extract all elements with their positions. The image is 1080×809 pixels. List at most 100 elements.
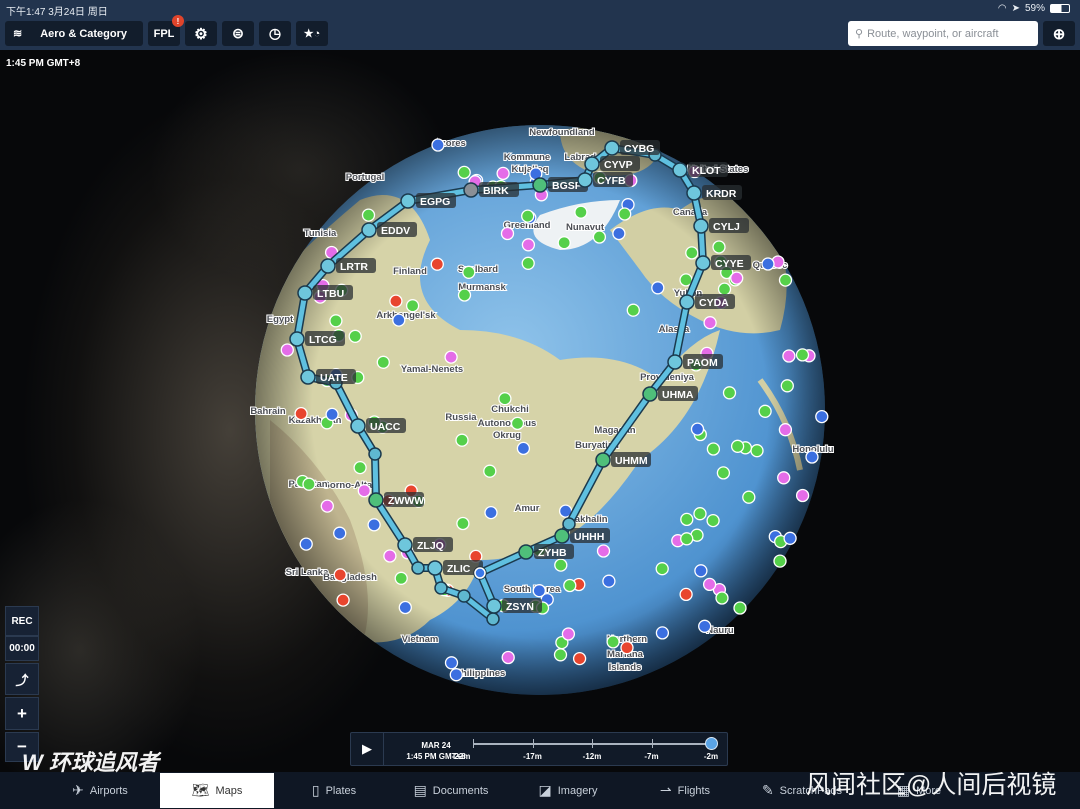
airport-marker[interactable] — [554, 558, 568, 572]
airport-marker[interactable] — [685, 246, 699, 260]
waypoint-marker[interactable] — [368, 492, 384, 508]
waypoint-marker[interactable] — [693, 218, 709, 234]
airport-marker[interactable] — [712, 240, 726, 254]
waypoint-marker[interactable] — [463, 182, 479, 198]
globe-view-button[interactable]: ⊜ — [222, 21, 254, 46]
airport-marker[interactable] — [602, 574, 616, 588]
waypoint-marker[interactable] — [695, 255, 711, 271]
airport-marker[interactable] — [431, 138, 445, 152]
waypoint-marker[interactable] — [584, 156, 600, 172]
tab-imagery[interactable]: ◪ Imagery — [511, 773, 625, 808]
tab-flights[interactable]: ⇀ Flights — [628, 773, 742, 808]
waypoint-lrtr[interactable]: LRTR — [320, 258, 376, 274]
waypoint-marker[interactable] — [604, 140, 620, 156]
airport-marker[interactable] — [574, 205, 588, 219]
settings-button[interactable]: ⚙ — [185, 21, 217, 46]
airport-marker[interactable] — [516, 441, 531, 456]
airport-marker[interactable] — [783, 531, 797, 545]
waypoint-marker[interactable] — [642, 386, 658, 402]
airport-marker[interactable] — [655, 626, 670, 640]
route-node[interactable] — [368, 447, 382, 461]
waypoint-ltbu[interactable]: LTBU — [297, 285, 353, 301]
favorites-recents-button[interactable]: ★◔ — [296, 21, 328, 46]
airport-marker[interactable] — [333, 526, 347, 540]
waypoint-paom[interactable]: PAOM — [667, 354, 723, 370]
airport-marker[interactable] — [456, 516, 470, 531]
airport-marker[interactable] — [596, 544, 611, 558]
airport-marker[interactable] — [376, 355, 390, 369]
airport-marker[interactable] — [348, 329, 362, 343]
airport-marker[interactable] — [778, 273, 793, 287]
airport-marker[interactable] — [777, 471, 791, 485]
airport-marker[interactable] — [733, 601, 747, 615]
tab-airports[interactable]: ✈ Airports — [43, 773, 157, 808]
airport-marker[interactable] — [730, 271, 744, 285]
waypoint-zyhb[interactable]: ZYHB — [518, 544, 574, 560]
airport-marker[interactable] — [553, 648, 568, 662]
airport-marker[interactable] — [329, 314, 343, 328]
waypoint-uacc[interactable]: UACC — [350, 418, 406, 434]
airport-marker[interactable] — [333, 568, 347, 582]
tab-documents[interactable]: ▤ Documents — [394, 773, 508, 808]
waypoint-cybg[interactable]: CYBG — [604, 140, 660, 156]
airport-marker[interactable] — [563, 578, 577, 593]
airport-marker[interactable] — [702, 577, 717, 592]
airport-marker[interactable] — [706, 513, 720, 528]
airport-marker[interactable] — [336, 593, 350, 607]
waypoint-egpg[interactable]: EGPG — [400, 193, 456, 209]
airport-marker[interactable] — [302, 477, 316, 491]
waypoint-zwww[interactable]: ZWWW — [368, 492, 424, 508]
waypoint-marker[interactable] — [397, 537, 413, 553]
airport-marker[interactable] — [532, 584, 546, 598]
tab-maps[interactable]: 🗺 Maps — [160, 773, 274, 808]
airport-marker[interactable] — [680, 532, 694, 546]
rec-button[interactable]: REC — [5, 606, 39, 636]
airport-marker[interactable] — [572, 651, 587, 666]
waypoint-uhma[interactable]: UHMA — [642, 386, 698, 402]
airport-marker[interactable] — [521, 209, 535, 223]
airport-marker[interactable] — [795, 348, 810, 362]
globe-map[interactable]: NewfoundlandKommune LabradorKujalleqPortu… — [0, 0, 1080, 809]
route-node[interactable] — [411, 561, 425, 575]
airport-marker[interactable] — [500, 226, 515, 241]
waypoint-marker[interactable] — [289, 331, 305, 347]
airport-marker[interactable] — [592, 230, 607, 244]
airport-marker[interactable] — [651, 281, 665, 295]
waypoint-uhmm[interactable]: UHMM — [595, 452, 651, 468]
airport-marker[interactable] — [620, 641, 634, 655]
airport-marker[interactable] — [444, 350, 458, 364]
airport-marker[interactable] — [690, 422, 705, 436]
waypoint-marker[interactable] — [577, 172, 593, 188]
airport-marker[interactable] — [780, 379, 794, 393]
route-node[interactable] — [434, 581, 448, 595]
airport-marker[interactable] — [730, 439, 745, 453]
airport-marker[interactable] — [392, 313, 406, 327]
waypoint-marker[interactable] — [361, 222, 377, 238]
waypoint-uhhh[interactable]: UHHH — [554, 528, 610, 544]
airport-marker[interactable] — [462, 265, 476, 279]
waypoint-zsyn[interactable]: ZSYN — [486, 598, 542, 614]
zoom-in-button[interactable]: + — [5, 697, 39, 730]
waypoint-marker[interactable] — [486, 598, 502, 614]
airport-marker[interactable] — [561, 627, 576, 641]
waypoint-marker[interactable] — [518, 544, 534, 560]
tab-plates[interactable]: ▯ Plates — [277, 773, 391, 808]
airport-marker[interactable] — [626, 303, 640, 317]
waypoint-marker[interactable] — [679, 294, 695, 310]
airport-marker[interactable] — [501, 650, 515, 665]
airport-marker[interactable] — [299, 537, 313, 551]
airport-marker[interactable] — [612, 226, 626, 241]
locate-button[interactable]: ⊕ — [1043, 21, 1075, 46]
waypoint-marker[interactable] — [400, 193, 416, 209]
airport-marker[interactable] — [484, 505, 498, 520]
airport-marker[interactable] — [557, 236, 571, 250]
airport-marker[interactable] — [521, 238, 536, 252]
airport-marker[interactable] — [457, 165, 471, 180]
airport-marker[interactable] — [444, 656, 459, 670]
airport-marker[interactable] — [742, 490, 756, 504]
waypoint-cyfb[interactable]: CYFB — [577, 172, 633, 188]
play-button[interactable]: ▶ — [351, 733, 384, 765]
airport-marker[interactable] — [606, 635, 620, 649]
waypoint-marker[interactable] — [595, 452, 611, 468]
airport-marker[interactable] — [405, 299, 420, 313]
